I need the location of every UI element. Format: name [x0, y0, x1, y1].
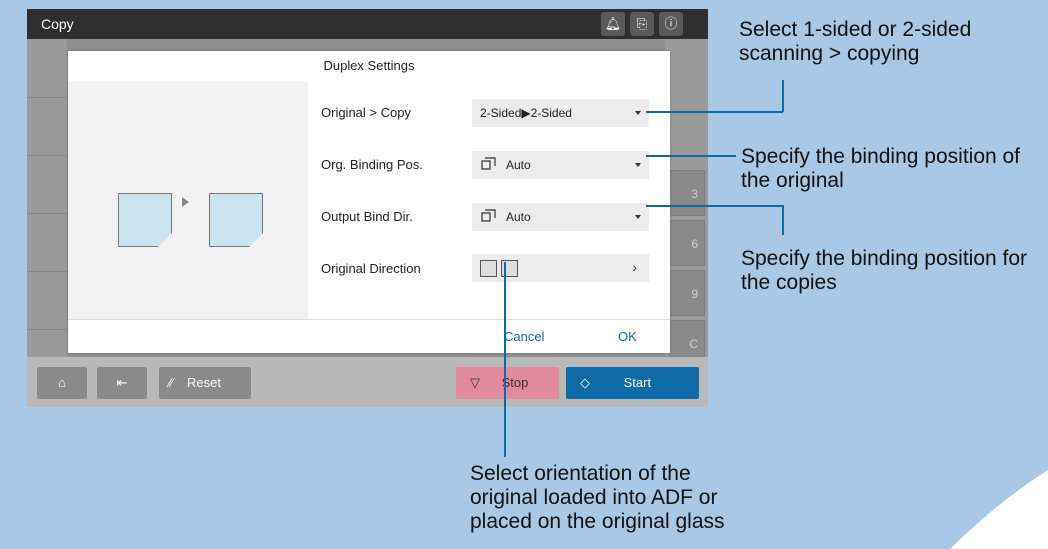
info-icon[interactable]: ⓘ — [659, 12, 683, 36]
stop-icon: ▽ — [470, 375, 480, 390]
cancel-button[interactable]: Cancel — [504, 329, 544, 344]
start-icon: ◇ — [580, 375, 590, 390]
portrait-orientation-icon — [480, 260, 497, 277]
arrow-icon — [182, 197, 189, 207]
title-bar: Copy 🔔︎ ⎘ ⓘ — [27, 9, 708, 39]
login-button[interactable]: ⇤ — [97, 367, 147, 399]
background-keypad: 3 6 9 C — [665, 39, 708, 366]
chevron-down-icon — [635, 215, 641, 219]
stop-button[interactable]: ▽ Stop — [456, 367, 559, 399]
callout-line — [646, 155, 736, 157]
login-icon: ⇤ — [116, 375, 128, 390]
duplex-preview — [68, 81, 308, 319]
original-copy-select[interactable]: 2-Sided▶2-Sided — [472, 99, 649, 127]
annotation-scan-mode: Select 1-sided or 2-sided scanning > cop… — [739, 18, 972, 65]
background-function-panel — [27, 39, 67, 357]
keypad-key: 3 — [669, 170, 705, 216]
original-direction-label: Original Direction — [321, 261, 421, 276]
duplex-settings-dialog: Duplex Settings Original > Copy 2-Sided▶… — [68, 51, 670, 353]
original-page-icon — [118, 193, 172, 247]
chevron-right-icon: › — [632, 259, 637, 275]
org-binding-select[interactable]: Auto — [472, 151, 649, 179]
copy-page-icon — [209, 193, 263, 247]
callout-line — [646, 111, 783, 113]
device-screen: Copy 🔔︎ ⎘ ⓘ 3 6 9 C Duplex Settings Orig… — [27, 9, 708, 407]
dialog-footer: Cancel OK — [68, 319, 670, 354]
window-title: Copy — [41, 16, 74, 32]
reset-icon: ⁄⁄ — [169, 375, 174, 390]
output-bind-select[interactable]: Auto — [472, 203, 649, 231]
annotation-copy-binding: Specify the binding position for the cop… — [741, 247, 1028, 294]
home-icon: ⌂ — [58, 375, 66, 390]
binding-icon — [481, 157, 496, 170]
reset-button[interactable]: ⁄⁄ Reset — [159, 367, 251, 399]
home-button[interactable]: ⌂ — [37, 367, 87, 399]
chevron-down-icon — [635, 111, 641, 115]
output-bind-label: Output Bind Dir. — [321, 209, 413, 224]
org-binding-label: Org. Binding Pos. — [321, 157, 423, 172]
annotation-original-binding: Specify the binding position of the orig… — [741, 145, 1021, 192]
annotation-orientation: Select orientation of the original loade… — [470, 462, 725, 533]
callout-line — [782, 80, 784, 112]
chevron-down-icon — [635, 163, 641, 167]
bell-icon[interactable]: 🔔︎ — [601, 12, 625, 36]
keypad-key: 6 — [669, 220, 705, 266]
binding-icon — [481, 209, 496, 222]
keypad-key: 9 — [669, 270, 705, 316]
callout-line — [782, 205, 784, 235]
original-direction-button[interactable]: › — [472, 254, 649, 282]
callout-line — [646, 205, 783, 207]
dialog-title: Duplex Settings — [323, 58, 415, 73]
start-button[interactable]: ◇ Start — [566, 367, 699, 399]
job-status-icon[interactable]: ⎘ — [630, 12, 654, 36]
ok-button[interactable]: OK — [618, 329, 637, 344]
bottom-bar: ⌂ ⇤ ⁄⁄ Reset ▽ Stop ◇ Start — [27, 357, 708, 407]
original-copy-label: Original > Copy — [321, 105, 411, 120]
callout-line — [504, 262, 506, 457]
